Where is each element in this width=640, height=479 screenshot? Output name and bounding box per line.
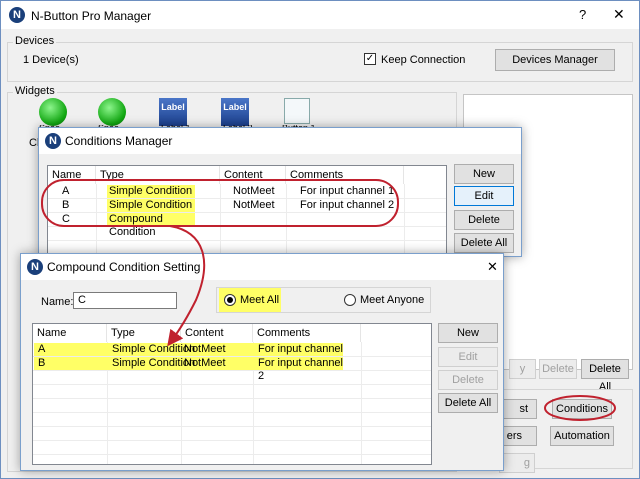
- conditions-col-type[interactable]: Type: [96, 166, 220, 184]
- compound-row-b-comments: For input channel 2: [258, 357, 343, 382]
- compound-col-comments[interactable]: Comments: [253, 324, 361, 342]
- compound-edit-button[interactable]: Edit: [438, 347, 498, 367]
- main-window-title: N-Button Pro Manager: [31, 9, 152, 23]
- keep-connection-checkbox[interactable]: ✓: [364, 53, 376, 65]
- row-a-type: Simple Condition: [107, 185, 195, 198]
- main-close-button[interactable]: ✕: [613, 6, 625, 23]
- conditions-new-button[interactable]: New: [454, 164, 514, 184]
- compound-titlebar: N Compound Condition Setting ✕: [21, 254, 503, 280]
- conditions-manager-window: N Conditions Manager Name Type Content C…: [38, 127, 522, 257]
- widget-button-1[interactable]: [284, 98, 310, 124]
- meet-anyone-label: Meet Anyone: [360, 294, 425, 306]
- conditions-delete-button[interactable]: Delete: [454, 210, 514, 230]
- help-button[interactable]: ?: [579, 7, 586, 22]
- conditions-edit-button[interactable]: Edit: [454, 186, 514, 206]
- conditions-window-title: Conditions Manager: [65, 134, 173, 148]
- compound-new-button[interactable]: New: [438, 323, 498, 343]
- row-b-type: Simple Condition: [107, 199, 195, 212]
- compound-col-type[interactable]: Type: [107, 324, 181, 342]
- row-c-type: Compound Condition: [107, 213, 195, 238]
- row-b-name: B: [62, 199, 70, 211]
- meet-anyone-radio[interactable]: [344, 294, 356, 306]
- conditions-button[interactable]: Conditions: [552, 399, 612, 419]
- devices-group-label: Devices: [13, 35, 57, 47]
- meet-all-radio[interactable]: [224, 294, 236, 306]
- conditions-titlebar: N Conditions Manager: [39, 128, 521, 154]
- table-row[interactable]: B Simple Condition NotMeet For input cha…: [34, 357, 343, 382]
- row-b-comments: For input channel 2: [300, 199, 395, 211]
- widget-label-1[interactable]: Label: [159, 98, 187, 126]
- row-a-content: NotMeet: [233, 185, 275, 197]
- config-button-partial[interactable]: g: [499, 453, 535, 473]
- compound-delete-button[interactable]: Delete: [438, 370, 498, 390]
- automation-button[interactable]: Automation: [550, 426, 614, 446]
- keep-connection-label: Keep Connection: [381, 54, 466, 66]
- row-b-content: NotMeet: [233, 199, 275, 211]
- users-button-partial[interactable]: ers: [499, 426, 537, 446]
- copy-button-partial[interactable]: y: [509, 359, 536, 379]
- main-titlebar: N N-Button Pro Manager ? ✕: [1, 1, 639, 29]
- app-logo-icon: N: [9, 7, 25, 23]
- conditions-col-content[interactable]: Content: [220, 166, 286, 184]
- compound-row-a-content: NotMeet: [184, 343, 226, 355]
- row-c-name: C: [62, 213, 70, 225]
- compound-close-button[interactable]: ✕: [487, 259, 498, 275]
- device-count: 1 Device(s): [23, 54, 79, 66]
- row-a-comments: For input channel 1: [300, 185, 395, 197]
- conditions-logo-icon: N: [45, 133, 61, 149]
- conditions-col-comments[interactable]: Comments: [286, 166, 404, 184]
- compound-col-name[interactable]: Name: [33, 324, 107, 342]
- meet-all-label: Meet All: [240, 294, 280, 306]
- widgets-group-label: Widgets: [13, 85, 57, 97]
- compound-row-b-name: B: [38, 357, 46, 369]
- name-label: Name:: [41, 296, 74, 308]
- conditions-delete-all-button[interactable]: Delete All: [454, 233, 514, 253]
- widget-delete-button[interactable]: Delete: [539, 359, 577, 379]
- compound-setting-window: N Compound Condition Setting ✕ Name: C M…: [20, 253, 504, 471]
- widget-label-2[interactable]: Label: [221, 98, 249, 126]
- compound-row-b-content: NotMeet: [184, 357, 226, 369]
- compound-delete-all-button[interactable]: Delete All: [438, 393, 498, 413]
- compound-logo-icon: N: [27, 259, 43, 275]
- compound-row-a-comments: For input channel 1: [258, 343, 343, 368]
- widget-delete-all-button[interactable]: Delete All: [581, 359, 629, 393]
- devices-manager-button[interactable]: Devices Manager: [495, 49, 615, 71]
- name-input[interactable]: C: [73, 292, 177, 309]
- conditions-col-name[interactable]: Name: [48, 166, 96, 184]
- conditions-table[interactable]: Name Type Content Comments A Simple Cond…: [47, 165, 447, 255]
- table-row[interactable]: A Simple Condition NotMeet For input cha…: [34, 343, 343, 368]
- row-a-name: A: [62, 185, 70, 197]
- list-button-partial[interactable]: st: [499, 399, 537, 419]
- compound-conditions-table[interactable]: Name Type Content Comments A Simple Cond…: [32, 323, 432, 465]
- compound-window-title: Compound Condition Setting: [47, 260, 201, 274]
- compound-col-content[interactable]: Content: [181, 324, 253, 342]
- widget-speed-2[interactable]: [98, 98, 126, 126]
- widget-speed-1[interactable]: [39, 98, 67, 126]
- compound-row-a-name: A: [38, 343, 46, 355]
